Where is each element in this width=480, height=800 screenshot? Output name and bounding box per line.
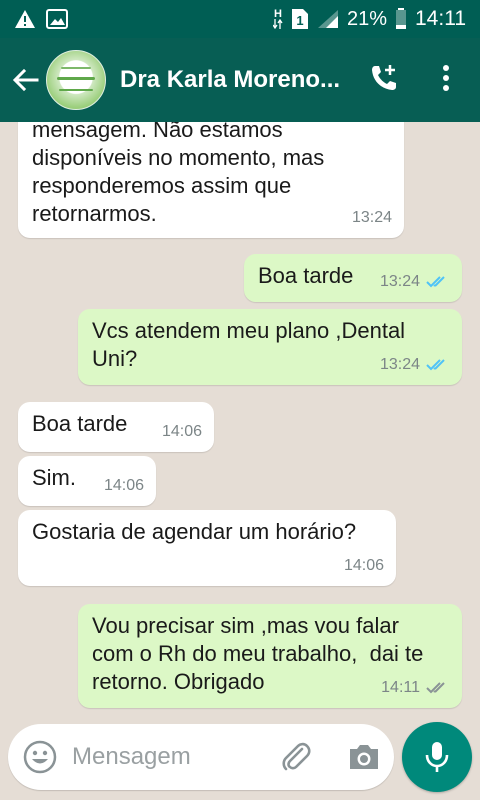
message-meta: 13:24 [380,268,450,296]
message-incoming[interactable]: Boa tarde 14:06 [18,402,214,452]
double-check-icon [426,358,450,372]
message-incoming[interactable]: mensagem. Não estamos disponíveis no mom… [18,122,404,238]
back-button[interactable] [4,38,46,122]
message-time: 14:06 [343,557,384,574]
emoji-button[interactable] [22,739,58,775]
avatar[interactable] [46,50,106,110]
sim-icon: 1 [291,8,309,30]
message-input[interactable] [72,743,262,771]
message-time: 14:06 [161,423,202,440]
voice-message-button[interactable] [402,722,472,792]
message-outgoing[interactable]: Vcs atendem meu plano ,Dental Uni? 13:24 [78,309,462,385]
status-bar: H 1 21% 14:11 [0,0,480,38]
message-meta: 14:06 [162,418,202,446]
message-time: 13:24 [379,356,420,373]
back-arrow-icon [12,68,39,92]
chat-header: Dra Karla Moreno... [0,38,480,122]
attach-button[interactable] [278,739,314,775]
message-meta: 14:06 [104,472,144,500]
message-text: Gostaria de agendar um horário? [32,519,357,544]
message-time: 14:11 [381,679,420,696]
message-text: mensagem. Não estamos disponíveis no mom… [32,122,325,226]
double-check-icon [426,681,450,695]
message-meta: 14:11 [381,674,450,702]
network-type-icon: H [272,8,283,29]
mic-icon [425,742,449,772]
battery-icon [395,8,407,30]
add-call-button[interactable] [362,56,406,100]
contact-name[interactable]: Dra Karla Moreno... [120,66,358,94]
battery-percent: 21% [346,7,387,30]
message-incoming[interactable]: Gostaria de agendar um horário? 14:06 [18,510,396,586]
camera-icon [350,745,378,769]
gallery-icon [46,9,68,29]
more-vert-icon [443,65,449,91]
message-time: 14:06 [103,477,144,494]
message-meta: 13:24 [352,204,392,232]
clock: 14:11 [415,7,466,30]
add-call-icon [372,65,396,90]
status-bar-left [14,9,68,29]
message-composer [8,724,394,790]
double-check-icon [426,275,450,289]
svg-text:1: 1 [296,13,303,28]
camera-button[interactable] [346,739,382,775]
network-label: H [273,8,282,20]
message-outgoing[interactable]: Boa tarde 13:24 [244,254,462,302]
message-incoming[interactable]: Sim. 14:06 [18,456,156,506]
message-time: 13:24 [379,273,420,290]
message-meta: 13:24 [380,351,450,379]
message-outgoing[interactable]: Vou precisar sim ,mas vou falar com o Rh… [78,604,462,708]
signal-icon [317,9,339,29]
attach-icon [282,742,311,771]
message-meta: 14:06 [344,552,384,580]
warning-icon [14,9,36,29]
more-options-button[interactable] [428,56,464,100]
emoji-icon [23,740,57,774]
message-list[interactable]: mensagem. Não estamos disponíveis no mom… [0,122,480,722]
message-time: 13:24 [351,209,392,226]
status-bar-right: H 1 21% 14:11 [272,7,466,31]
